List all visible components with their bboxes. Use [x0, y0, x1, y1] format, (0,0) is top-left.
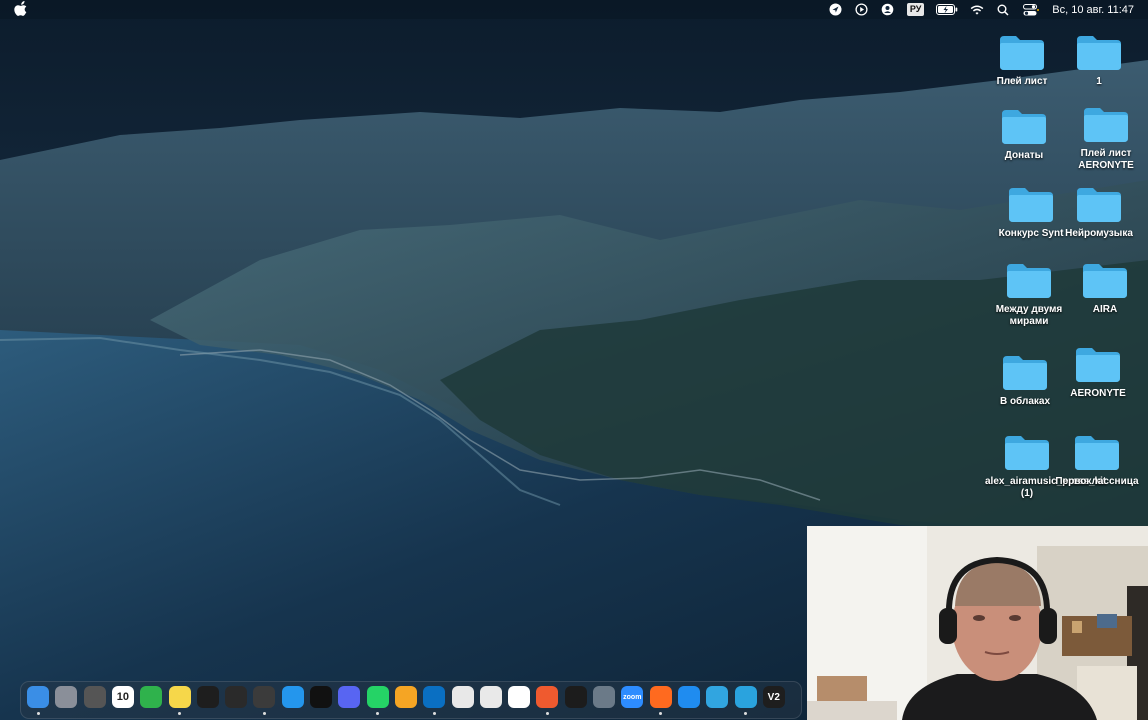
launchpad-icon[interactable] [55, 686, 78, 708]
notes-icon[interactable] [168, 686, 191, 708]
folder-icon [1000, 36, 1044, 70]
zoom-label: zoom [623, 693, 642, 701]
safari-icon[interactable] [677, 686, 700, 708]
v2-label: V2 [767, 691, 780, 703]
desktop-folder[interactable]: AERONYTE [1056, 344, 1140, 400]
dock: 10 zoom V2 [20, 681, 802, 719]
desktop-folder[interactable]: AIRA [1063, 260, 1147, 316]
desktop-folder-label: AIRA [1092, 304, 1118, 315]
vscode-icon[interactable] [423, 686, 446, 708]
folder-icon [1009, 188, 1053, 222]
xcode-bird-icon[interactable] [225, 686, 248, 708]
folder-icon [1084, 108, 1128, 142]
apple-menu-icon[interactable] [14, 1, 28, 17]
discord-icon[interactable] [338, 686, 361, 708]
chrome-icon[interactable] [479, 686, 502, 708]
calendar-label: 10 [116, 691, 130, 703]
time-machine-icon[interactable] [253, 686, 276, 708]
desktop-folder-label: Плей лист [996, 76, 1048, 87]
desktop-folder[interactable]: 1 [1057, 32, 1141, 88]
user-account-icon[interactable] [881, 3, 895, 17]
input-language-indicator[interactable]: РУ [906, 3, 925, 16]
play-circle-icon[interactable] [855, 3, 869, 17]
printer-icon[interactable] [593, 686, 615, 708]
desktop-folder-label: Первоклассница [1055, 476, 1139, 487]
desktop-folder[interactable]: Между двумя мирами [987, 260, 1071, 328]
textedit-icon[interactable] [451, 686, 474, 708]
webcam-person-image [807, 526, 1148, 720]
folder-icon [1007, 264, 1051, 298]
desktop-folder[interactable]: Донаты [982, 106, 1066, 162]
dock-running-indicator [178, 712, 181, 715]
yandex-messenger-icon[interactable] [706, 686, 729, 708]
numbers-icon[interactable] [140, 686, 163, 708]
desktop-folder-label: 1 [1096, 76, 1102, 87]
yandex-browser-icon[interactable] [508, 686, 531, 708]
location-arrow-icon[interactable] [829, 3, 843, 17]
folder-icon [1077, 188, 1121, 222]
calculator-icon[interactable] [83, 686, 106, 708]
desktop-folder[interactable]: Нейромузыка [1057, 184, 1141, 240]
dock-running-indicator [432, 712, 436, 715]
folder-icon [1083, 264, 1127, 298]
folder-icon [1076, 348, 1120, 382]
terminal-icon[interactable] [564, 686, 587, 708]
dock-running-indicator [545, 712, 549, 715]
desktop-folder[interactable]: Плей лист [980, 32, 1064, 88]
desktop-folder-label: Донаты [1004, 150, 1044, 161]
calendar-icon[interactable]: 10 [111, 686, 134, 708]
desktop-folder[interactable]: Плей лист AERONYTE [1064, 104, 1148, 172]
dock-running-indicator [36, 712, 40, 715]
dock-running-indicator [262, 712, 266, 715]
folder-icon [1003, 356, 1047, 390]
desktop-folder-label: В облаках [999, 396, 1051, 407]
desktop-folder-label: Плей лист AERONYTE [1078, 148, 1134, 171]
control-center-icon[interactable] [1022, 3, 1040, 17]
desktop-folder[interactable]: В облаках [983, 352, 1067, 408]
dock-running-indicator [376, 712, 380, 715]
whatsapp-icon[interactable] [366, 686, 389, 708]
desktop-folder-label: Нейромузыка [1065, 228, 1133, 239]
webcam-overlay [807, 526, 1148, 720]
figma-icon[interactable] [196, 686, 219, 708]
folder-icon [1005, 436, 1049, 470]
dock-running-indicator [659, 712, 663, 715]
desktop-folder-label: Между двумя мирами [995, 304, 1063, 327]
dock-running-indicator [744, 712, 747, 715]
telegram-icon[interactable] [734, 686, 757, 708]
pages-icon[interactable] [394, 686, 417, 708]
folder-icon [1077, 36, 1121, 70]
folder-icon [1075, 436, 1119, 470]
folder-icon [1002, 110, 1046, 144]
search-icon[interactable] [996, 3, 1010, 17]
battery-charging-icon[interactable] [936, 3, 958, 17]
zoom-icon[interactable]: zoom [621, 686, 644, 708]
finder-icon[interactable] [27, 686, 49, 708]
pen-icon[interactable] [536, 686, 559, 708]
menu-bar-clock[interactable]: Вс, 10 авг. 11:47 [1052, 4, 1134, 16]
desktop-folder-label: AERONYTE [1070, 388, 1126, 399]
wifi-icon[interactable] [970, 3, 984, 17]
menu-bar: РУ Вс, 10 авг. 11:47 [0, 0, 1148, 19]
capcut-icon[interactable] [310, 686, 332, 708]
docker-icon[interactable] [281, 686, 304, 708]
desktop-folder[interactable]: Первоклассница [1055, 432, 1139, 488]
v2-icon[interactable]: V2 [762, 686, 785, 708]
firefox-icon[interactable] [649, 686, 672, 708]
